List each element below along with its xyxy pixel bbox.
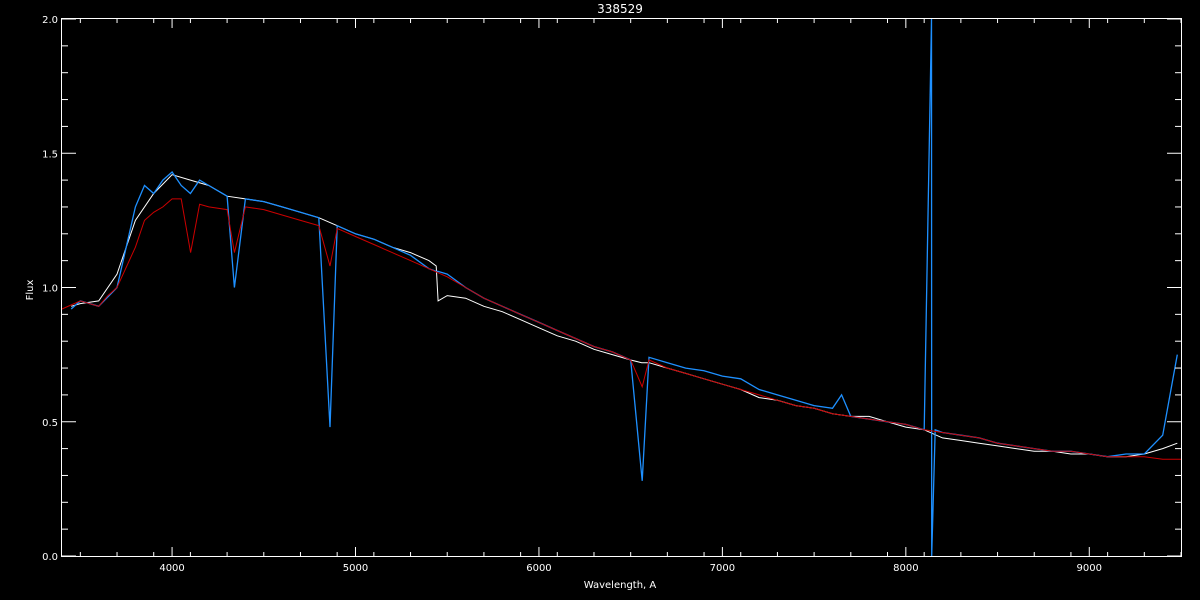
- y-tick-label: 0.5: [42, 418, 58, 429]
- y-tick-label: 1.5: [42, 149, 58, 160]
- chart-title: 338529: [597, 2, 643, 16]
- y-tick-label: 2.0: [42, 15, 58, 26]
- x-tick-label: 4000: [159, 563, 184, 574]
- x-tick-label: 7000: [710, 563, 735, 574]
- x-axis-label: Wavelength, A: [584, 580, 657, 591]
- y-tick-label: 1.0: [42, 284, 58, 295]
- x-tick-label: 9000: [1077, 563, 1102, 574]
- x-tick-label: 5000: [343, 563, 368, 574]
- y-axis-label: Flux: [25, 280, 36, 301]
- x-tick-label: 6000: [526, 563, 551, 574]
- y-tick-label: 0.0: [42, 552, 58, 563]
- x-tick-label: 8000: [893, 563, 918, 574]
- spectrum-chart: 338529 4000 5000 6000 7000 8000 9000 0.0 0.5 1.…: [0, 0, 1200, 600]
- chart-background: [0, 0, 1200, 600]
